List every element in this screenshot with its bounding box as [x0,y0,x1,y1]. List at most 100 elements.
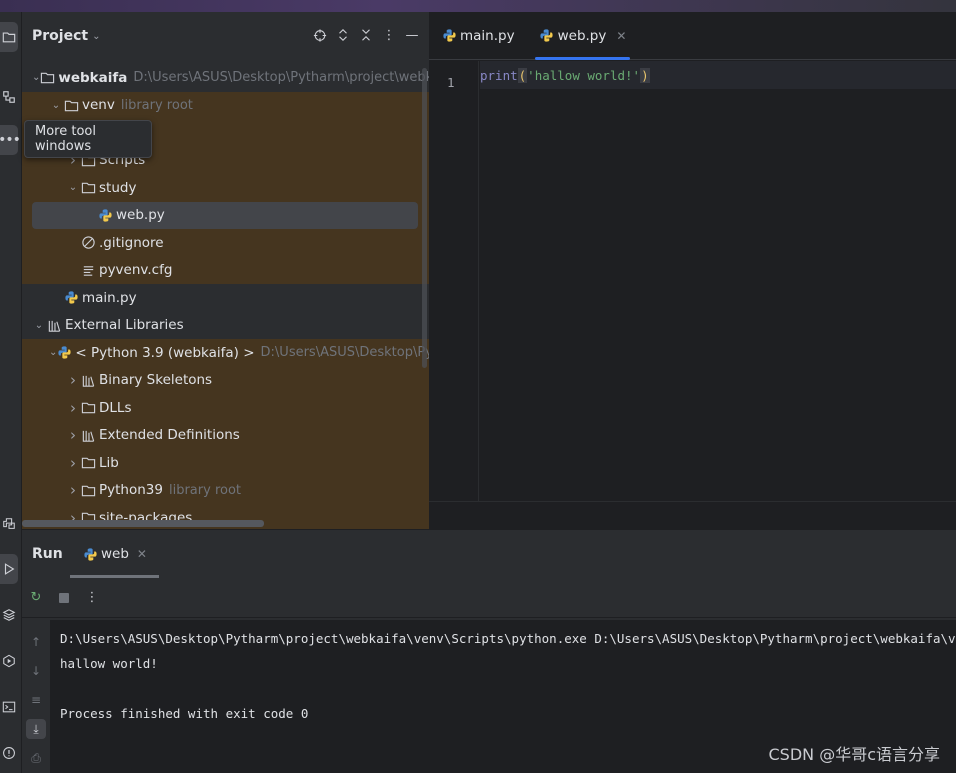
close-tab-icon[interactable]: ✕ [616,29,626,43]
arrow-up-icon[interactable]: ↑ [26,632,46,652]
chevron-down-icon[interactable]: ⌄ [49,100,63,111]
tree-item-lib[interactable]: › Lib [22,449,429,477]
soft-wrap-icon[interactable]: ≡ [26,690,46,710]
run-tool-window-button[interactable] [0,554,18,584]
rerun-icon[interactable]: ↻ [28,590,44,606]
chevron-down-icon[interactable]: ⌄ [32,320,46,331]
library-icon [80,372,96,388]
hide-panel-icon[interactable]: — [405,26,419,44]
tree-item-label: Extended Definitions [99,427,240,444]
more-options-icon[interactable]: ⋮ [84,590,100,606]
folder-icon [80,482,96,498]
folder-icon [63,97,79,113]
library-icon [80,427,96,443]
tree-item-label: DLLs [99,399,132,416]
folder-icon [2,32,16,43]
python-file-icon [82,546,98,562]
code-line[interactable]: print('hallow world!') [480,61,956,89]
tree-item-label: External Libraries [65,317,184,334]
collapse-all-icon[interactable] [359,26,373,44]
expand-all-icon[interactable] [336,26,350,44]
tree-item-binary-skeletons[interactable]: › Binary Skeletons [22,366,429,394]
tree-item-extended-definitions[interactable]: › Extended Definitions [22,421,429,449]
run-tab-label: web [101,546,129,562]
folder-icon [80,455,96,471]
tab-label: web.py [557,27,607,44]
code-paren-close: ) [640,67,650,83]
tree-item-study[interactable]: ⌄ study [22,174,429,202]
chevron-down-icon[interactable]: ⌄ [49,347,57,358]
locate-file-icon[interactable] [313,26,327,44]
tree-item-main-py[interactable]: main.py [22,284,429,312]
tab-label: main.py [460,27,515,44]
run-icon [4,563,15,575]
options-menu-icon[interactable]: ⋮ [382,26,396,44]
tree-item-hint: D:\Users\ASUS\Desktop\Pytharm\project\we… [133,70,429,86]
tree-item-python39[interactable]: › Python39 library root [22,476,429,504]
chevron-right-icon[interactable]: › [66,371,80,389]
print-icon[interactable]: ⎙ [26,748,46,768]
tree-item-label: Lib [99,454,119,471]
code-string: 'hallow world!' [527,67,641,83]
editor-area: main.py web.py ✕ 1 print('hallow world!'… [429,12,956,529]
run-tab-web[interactable]: web ✕ [70,530,159,578]
line-number: 1 [447,75,455,90]
problems-icon [3,747,15,759]
horizontal-scrollbar[interactable] [22,520,264,527]
project-panel: Project ⌄ ⋮ — ⌄ webkaifa D:\Users\ASUS\Des… [22,12,429,529]
layers-tool-window-button[interactable] [0,600,18,630]
services-tool-window-button[interactable] [0,646,18,676]
chevron-right-icon[interactable]: › [66,399,80,417]
tree-item-web-py[interactable]: web.py [22,201,429,229]
run-panel-header: Run web ✕ [22,530,956,578]
tree-item-label: main.py [82,289,137,306]
scroll-to-end-icon[interactable]: ⤓ [26,719,46,739]
arrow-down-icon[interactable]: ↓ [26,661,46,681]
tree-item-hint: library root [120,97,193,113]
more-icon: ••• [0,132,21,148]
project-panel-title[interactable]: Project [32,28,88,44]
stop-icon[interactable] [56,590,72,606]
chevron-right-icon[interactable]: › [66,426,80,444]
chevron-down-icon[interactable]: ⌄ [92,31,100,42]
selected-item-highlight: web.py [32,201,418,229]
tree-item-external-libraries[interactable]: ⌄ External Libraries [22,312,429,340]
tree-item-gitignore[interactable]: .gitignore [22,229,429,257]
close-tab-icon[interactable]: ✕ [137,547,147,561]
tree-item-label: < Python 3.9 (webkaifa) > [75,344,255,361]
tree-item-pyvenv-cfg[interactable]: pyvenv.cfg [22,256,429,284]
tree-item-label: webkaifa [58,69,128,86]
chevron-right-icon[interactable]: › [66,454,80,472]
tree-item-hint: D:\Users\ASUS\Desktop\Pytharm\p [260,345,429,361]
tree-item-python-3-9-webkaifa[interactable]: ⌄ < Python 3.9 (webkaifa) > D:\Users\ASUS\… [22,339,429,367]
tree-item-webkaifa[interactable]: ⌄ webkaifa D:\Users\ASUS\Desktop\Pytharm\p… [22,64,429,92]
more-tool-windows-button[interactable]: ••• [0,125,21,155]
tree-item-label: pyvenv.cfg [99,262,173,279]
editor-tab-bar: main.py web.py ✕ [429,12,956,60]
editor-empty-area [429,501,956,529]
structure-icon [3,91,15,103]
python-packages-button[interactable] [0,509,18,539]
chevron-down-icon[interactable]: ⌄ [66,182,80,193]
code-paren-open: ( [517,67,528,83]
structure-tool-window-button[interactable] [0,82,18,112]
python-file-icon [539,28,555,44]
chevron-right-icon[interactable]: › [66,481,80,499]
tree-item-dlls[interactable]: › DLLs [22,394,429,422]
project-tool-window-button[interactable] [0,22,18,52]
tab-web-py[interactable]: web.py ✕ [527,12,639,60]
terminal-tool-window-button[interactable] [0,692,18,722]
python-icon [3,518,15,529]
folder-icon [40,70,55,86]
tree-item-label: venv [82,97,115,114]
code-function: print [480,67,518,83]
chevron-down-icon[interactable]: ⌄ [32,72,40,83]
problems-tool-window-button[interactable] [0,738,18,768]
line-number-gutter: 1 [429,61,479,501]
vertical-scrollbar[interactable] [422,68,427,368]
config-file-icon [80,262,96,278]
tree-item-venv[interactable]: ⌄ venv library root [22,91,429,119]
tab-main-py[interactable]: main.py [429,12,527,60]
run-panel-title: Run [32,546,63,562]
